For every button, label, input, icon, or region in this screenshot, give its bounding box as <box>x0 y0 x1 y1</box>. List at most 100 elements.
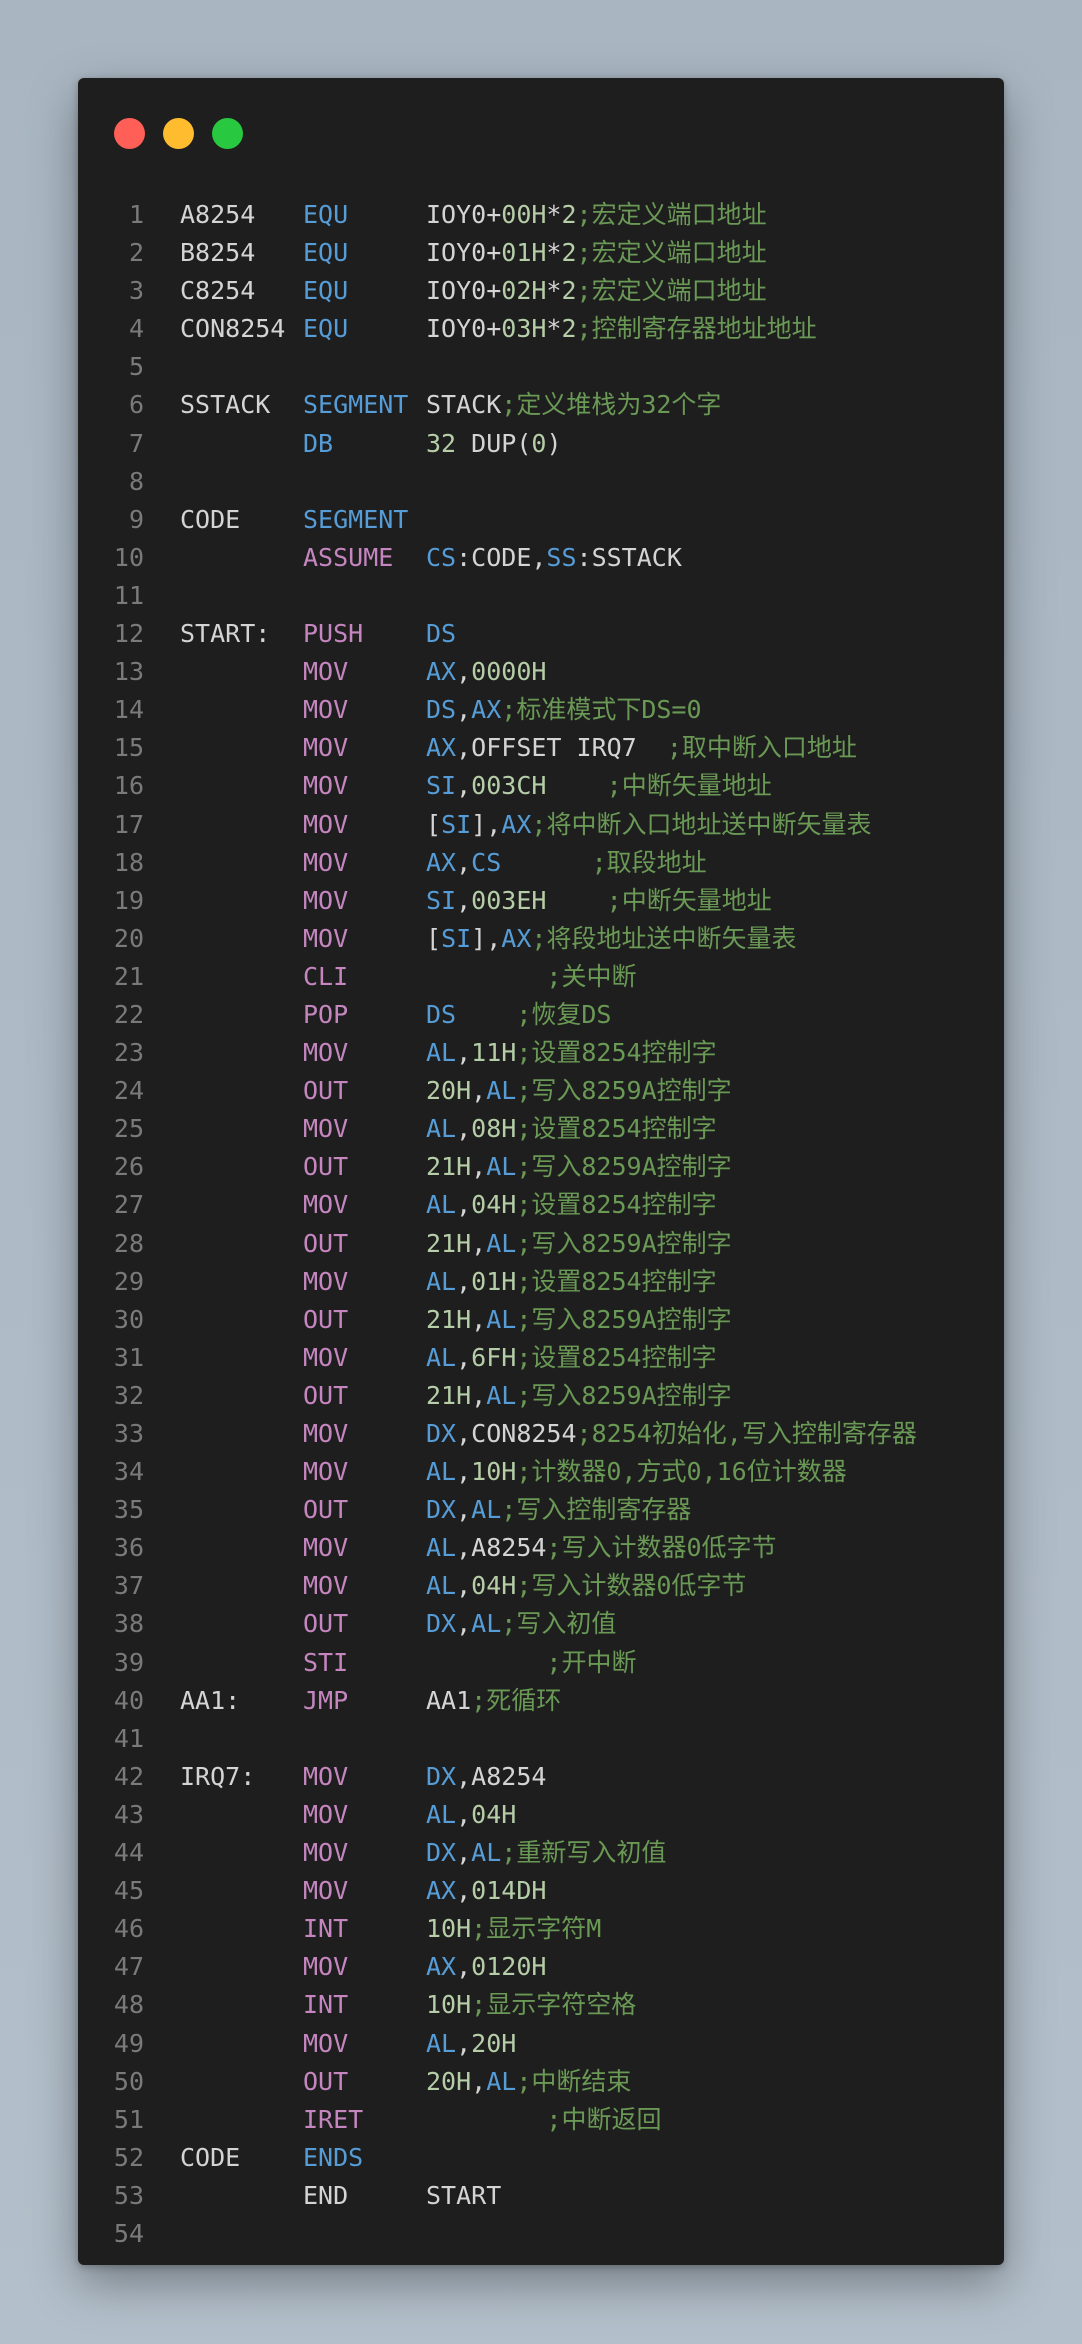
code-operands: DS,AX;标准模式下DS=0 <box>426 691 702 729</box>
code-mnemonic: MOV <box>303 809 349 839</box>
code-operands: DX,A8254 <box>426 1758 546 1796</box>
code-token: 03H <box>501 314 547 344</box>
code-operands: AL,04H <box>426 1796 516 1834</box>
code-line: 29 MOV AL,01H;设置8254控制字 <box>78 1263 1004 1301</box>
code-comment: ;开中断 <box>546 1647 637 1677</box>
code-mnemonic: SEGMENT <box>303 504 409 534</box>
code-mnemonic: MOV <box>303 1038 349 1068</box>
minimize-button[interactable] <box>163 118 194 149</box>
code-token: , <box>456 1495 472 1525</box>
code-comment: ;写入8259A控制字 <box>516 1380 732 1410</box>
code-token: , <box>456 771 472 801</box>
code-line: 9 CODE SEGMENT <box>78 501 1004 539</box>
code-comment: ;写入8259A控制字 <box>516 1304 732 1334</box>
code-comment: ;设置8254控制字 <box>516 1114 717 1144</box>
line-number: 39 <box>113 1647 144 1677</box>
code-mnemonic: EQU <box>303 276 349 306</box>
code-operands: AL,04H;写入计数器0低字节 <box>426 1567 746 1605</box>
line-number: 26 <box>113 1152 144 1182</box>
code-mnemonic: OUT <box>303 1495 349 1525</box>
code-line: 32 OUT 21H,AL;写入8259A控制字 <box>78 1377 1004 1415</box>
code-comment: ;宏定义端口地址 <box>576 276 767 306</box>
code-line: 53 END START <box>78 2177 1004 2215</box>
code-mnemonic: EQU <box>303 200 349 229</box>
code-comment: ;中断结束 <box>516 2066 632 2096</box>
code-operands: DX,CON8254;8254初始化,写入控制寄存器 <box>426 1415 917 1453</box>
code-line: 15 MOV AX,OFFSET IRQ7 ;取中断入口地址 <box>78 729 1004 767</box>
code-token: AL <box>426 1457 457 1487</box>
code-token: AL <box>486 1380 517 1410</box>
code-comment: ;显示字符M <box>471 1914 602 1944</box>
code-comment: ;8254初始化,写入控制寄存器 <box>576 1419 917 1448</box>
code-token: 20H <box>471 2028 517 2058</box>
code-mnemonic: MOV <box>303 1838 349 1868</box>
code-operands: AL,6FH;设置8254控制字 <box>426 1339 717 1377</box>
line-number: 3 <box>128 276 144 306</box>
code-line: 44 MOV DX,AL;重新写入初值 <box>78 1834 1004 1872</box>
code-comment: ;关中断 <box>546 961 637 991</box>
code-operands: IOY0+01H*2;宏定义端口地址 <box>426 234 767 272</box>
code-token: , <box>456 1190 472 1220</box>
line-number: 20 <box>113 923 144 953</box>
zoom-button[interactable] <box>212 118 243 149</box>
code-token: 04H <box>471 1571 517 1601</box>
code-token: SI <box>426 885 457 915</box>
code-line: 6 SSTACK SEGMENT STACK;定义堆栈为32个字 <box>78 386 1004 424</box>
line-number: 31 <box>113 1342 144 1372</box>
code-mnemonic: ENDS <box>303 2142 364 2172</box>
code-line: 4 CON8254 EQU IOY0+03H*2;控制寄存器地址地址 <box>78 310 1004 348</box>
code-comment: ;重新写入初值 <box>501 1838 667 1868</box>
code-token: AX <box>501 809 532 839</box>
code-line: 31 MOV AL,6FH;设置8254控制字 <box>78 1339 1004 1377</box>
code-token: CS <box>426 542 457 572</box>
code-line: 33 MOV DX,CON8254;8254初始化,写入控制寄存器 <box>78 1415 1004 1453</box>
code-line: 8 <box>78 463 1004 501</box>
code-token: SS <box>546 542 577 572</box>
code-token: 21H <box>426 1152 472 1182</box>
code-label: CODE <box>180 2142 241 2172</box>
code-token: SI <box>441 923 472 953</box>
close-button[interactable] <box>114 118 145 149</box>
code-token: , <box>456 657 472 687</box>
code-token: ], <box>471 923 502 953</box>
code-operands: SI,003EH ;中断矢量地址 <box>426 882 772 920</box>
code-token: 0000H <box>471 657 547 687</box>
code-token: IOY0+ <box>426 200 502 229</box>
code-line: 3 C8254 EQU IOY0+02H*2;宏定义端口地址 <box>78 272 1004 310</box>
code-comment: ;中断矢量地址 <box>606 885 772 915</box>
line-number: 33 <box>113 1419 144 1448</box>
code-token: START <box>426 2180 502 2210</box>
code-token: 04H <box>471 1799 517 1829</box>
line-number: 38 <box>113 1609 144 1639</box>
code-operands: DS ;恢复DS <box>426 996 611 1034</box>
code-token: [ <box>426 923 442 953</box>
code-line: 20 MOV [SI],AX;将段地址送中断矢量表 <box>78 920 1004 958</box>
code-token: SI <box>426 771 457 801</box>
code-token: AL <box>486 1152 517 1182</box>
code-token: STACK <box>426 390 502 420</box>
code-mnemonic: MOV <box>303 1799 349 1829</box>
code-token: AL <box>426 2028 457 2058</box>
code-mnemonic: MOV <box>303 695 349 725</box>
code-token: AL <box>486 1228 517 1258</box>
code-line: 45 MOV AX,014DH <box>78 1872 1004 1910</box>
code-mnemonic: MOV <box>303 771 349 801</box>
code-line: 40 AA1: JMP AA1;死循环 <box>78 1682 1004 1720</box>
code-comment: ;写入8259A控制字 <box>516 1152 732 1182</box>
code-token: , <box>456 1571 472 1601</box>
code-token: AL <box>426 1114 457 1144</box>
code-line: 26 OUT 21H,AL;写入8259A控制字 <box>78 1148 1004 1186</box>
code-line: 49 MOV AL,20H <box>78 2025 1004 2063</box>
code-mnemonic: MOV <box>303 1876 349 1906</box>
code-label: C8254 <box>180 276 256 306</box>
code-operands: DX,AL;写入初值 <box>426 1605 616 1643</box>
code-mnemonic: MOV <box>303 1342 349 1372</box>
code-comment: ;计数器0,方式0,16位计数器 <box>516 1457 847 1487</box>
code-line: 17 MOV [SI],AX;将中断入口地址送中断矢量表 <box>78 806 1004 844</box>
code-editor[interactable]: 1 A8254 EQU IOY0+00H*2;宏定义端口地址 2 B8254 EQU IOY0… <box>78 196 1004 2253</box>
code-comment: ;取中断入口地址 <box>666 733 857 763</box>
line-number: 43 <box>113 1799 144 1829</box>
code-line: 13 MOV AX,0000H <box>78 653 1004 691</box>
code-operands: AL,10H;计数器0,方式0,16位计数器 <box>426 1453 847 1491</box>
